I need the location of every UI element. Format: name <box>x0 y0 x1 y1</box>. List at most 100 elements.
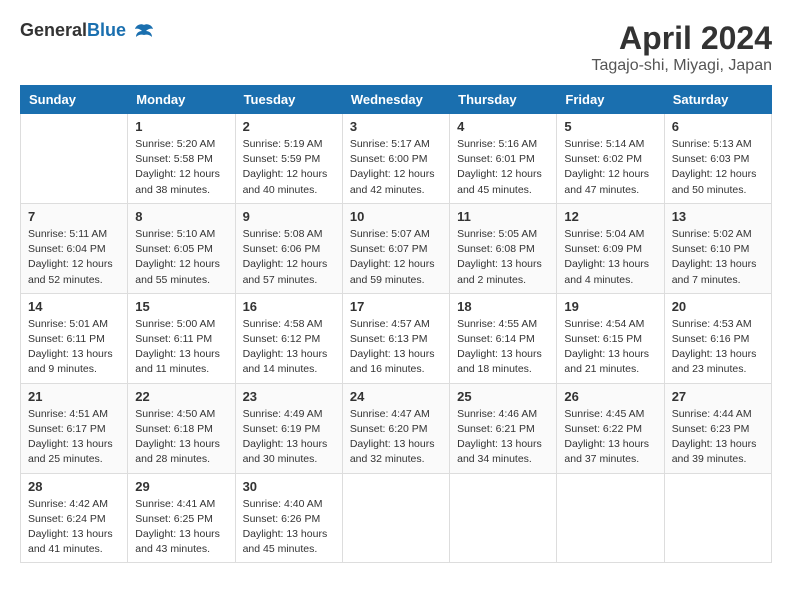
day-number: 2 <box>243 119 335 134</box>
calendar-day-cell <box>450 473 557 563</box>
day-of-week-header: Monday <box>128 86 235 114</box>
day-number: 30 <box>243 479 335 494</box>
calendar-day-cell <box>664 473 771 563</box>
day-info: Sunrise: 5:00 AM Sunset: 6:11 PM Dayligh… <box>135 317 227 378</box>
day-info: Sunrise: 5:07 AM Sunset: 6:07 PM Dayligh… <box>350 227 442 288</box>
calendar-day-cell: 13 Sunrise: 5:02 AM Sunset: 6:10 PM Dayli… <box>664 203 771 293</box>
calendar-week-row: 14 Sunrise: 5:01 AM Sunset: 6:11 PM Dayli… <box>21 293 772 383</box>
day-number: 14 <box>28 299 120 314</box>
day-info: Sunrise: 5:05 AM Sunset: 6:08 PM Dayligh… <box>457 227 549 288</box>
day-info: Sunrise: 4:55 AM Sunset: 6:14 PM Dayligh… <box>457 317 549 378</box>
calendar-day-cell: 21 Sunrise: 4:51 AM Sunset: 6:17 PM Dayli… <box>21 383 128 473</box>
day-info: Sunrise: 4:57 AM Sunset: 6:13 PM Dayligh… <box>350 317 442 378</box>
day-number: 13 <box>672 209 764 224</box>
day-info: Sunrise: 4:49 AM Sunset: 6:19 PM Dayligh… <box>243 407 335 468</box>
day-info: Sunrise: 4:46 AM Sunset: 6:21 PM Dayligh… <box>457 407 549 468</box>
calendar-day-cell: 9Sunrise: 5:08 AM Sunset: 6:06 PM Daylig… <box>235 203 342 293</box>
calendar-day-cell: 24Sunrise: 4:47 AM Sunset: 6:20 PM Dayli… <box>342 383 449 473</box>
calendar-week-row: 7 Sunrise: 5:11 AM Sunset: 6:04 PM Daylig… <box>21 203 772 293</box>
day-info: Sunrise: 5:17 AM Sunset: 6:00 PM Dayligh… <box>350 137 442 198</box>
calendar-week-row: 21 Sunrise: 4:51 AM Sunset: 6:17 PM Dayli… <box>21 383 772 473</box>
calendar-day-cell: 28Sunrise: 4:42 AM Sunset: 6:24 PM Dayli… <box>21 473 128 563</box>
day-of-week-header: Friday <box>557 86 664 114</box>
calendar-day-cell: 18Sunrise: 4:55 AM Sunset: 6:14 PM Dayli… <box>450 293 557 383</box>
day-number: 7 <box>28 209 120 224</box>
day-number: 27 <box>672 389 764 404</box>
calendar-day-cell: 7 Sunrise: 5:11 AM Sunset: 6:04 PM Daylig… <box>21 203 128 293</box>
day-info: Sunrise: 5:01 AM Sunset: 6:11 PM Dayligh… <box>28 317 120 378</box>
calendar-day-cell: 5 Sunrise: 5:14 AM Sunset: 6:02 PM Daylig… <box>557 114 664 204</box>
logo-bird-icon <box>133 21 155 43</box>
calendar-day-cell: 8 Sunrise: 5:10 AM Sunset: 6:05 PM Daylig… <box>128 203 235 293</box>
day-number: 1 <box>135 119 227 134</box>
day-number: 29 <box>135 479 227 494</box>
day-number: 16 <box>243 299 335 314</box>
day-info: Sunrise: 5:13 AM Sunset: 6:03 PM Dayligh… <box>672 137 764 198</box>
calendar-day-cell <box>21 114 128 204</box>
calendar-day-cell: 20 Sunrise: 4:53 AM Sunset: 6:16 PM Dayli… <box>664 293 771 383</box>
day-info: Sunrise: 4:47 AM Sunset: 6:20 PM Dayligh… <box>350 407 442 468</box>
logo-blue: Blue <box>87 20 126 40</box>
day-info: Sunrise: 5:11 AM Sunset: 6:04 PM Dayligh… <box>28 227 120 288</box>
day-info: Sunrise: 4:44 AM Sunset: 6:23 PM Dayligh… <box>672 407 764 468</box>
day-info: Sunrise: 4:50 AM Sunset: 6:18 PM Dayligh… <box>135 407 227 468</box>
day-number: 3 <box>350 119 442 134</box>
calendar-day-cell: 12 Sunrise: 5:04 AM Sunset: 6:09 PM Dayli… <box>557 203 664 293</box>
calendar-day-cell <box>557 473 664 563</box>
calendar-week-row: 1 Sunrise: 5:20 AM Sunset: 5:58 PM Daylig… <box>21 114 772 204</box>
month-year-title: April 2024 <box>591 20 772 57</box>
calendar-day-cell: 22 Sunrise: 4:50 AM Sunset: 6:18 PM Dayli… <box>128 383 235 473</box>
day-info: Sunrise: 4:42 AM Sunset: 6:24 PM Dayligh… <box>28 497 120 558</box>
day-number: 22 <box>135 389 227 404</box>
day-number: 17 <box>350 299 442 314</box>
calendar-day-cell: 14 Sunrise: 5:01 AM Sunset: 6:11 PM Dayli… <box>21 293 128 383</box>
day-info: Sunrise: 5:04 AM Sunset: 6:09 PM Dayligh… <box>564 227 656 288</box>
day-number: 6 <box>672 119 764 134</box>
calendar-day-cell: 6 Sunrise: 5:13 AM Sunset: 6:03 PM Daylig… <box>664 114 771 204</box>
calendar-day-cell: 3 Sunrise: 5:17 AM Sunset: 6:00 PM Daylig… <box>342 114 449 204</box>
calendar-day-cell: 27 Sunrise: 4:44 AM Sunset: 6:23 PM Dayli… <box>664 383 771 473</box>
calendar-day-cell: 29 Sunrise: 4:41 AM Sunset: 6:25 PM Dayli… <box>128 473 235 563</box>
day-of-week-header: Wednesday <box>342 86 449 114</box>
day-number: 20 <box>672 299 764 314</box>
calendar-table: SundayMondayTuesdayWednesdayThursdayFrid… <box>20 85 772 563</box>
calendar-day-cell: 4Sunrise: 5:16 AM Sunset: 6:01 PM Daylig… <box>450 114 557 204</box>
calendar-day-cell: 23Sunrise: 4:49 AM Sunset: 6:19 PM Dayli… <box>235 383 342 473</box>
page-header: GeneralBlue April 2024 Tagajo-shi, Miyag… <box>20 20 772 75</box>
day-number: 19 <box>564 299 656 314</box>
day-info: Sunrise: 4:41 AM Sunset: 6:25 PM Dayligh… <box>135 497 227 558</box>
day-number: 8 <box>135 209 227 224</box>
day-number: 4 <box>457 119 549 134</box>
calendar-day-cell: 26Sunrise: 4:45 AM Sunset: 6:22 PM Dayli… <box>557 383 664 473</box>
day-number: 15 <box>135 299 227 314</box>
day-info: Sunrise: 4:51 AM Sunset: 6:17 PM Dayligh… <box>28 407 120 468</box>
day-number: 11 <box>457 209 549 224</box>
calendar-day-cell: 2Sunrise: 5:19 AM Sunset: 5:59 PM Daylig… <box>235 114 342 204</box>
calendar-day-cell: 11 Sunrise: 5:05 AM Sunset: 6:08 PM Dayli… <box>450 203 557 293</box>
day-of-week-header: Sunday <box>21 86 128 114</box>
calendar-day-cell: 10Sunrise: 5:07 AM Sunset: 6:07 PM Dayli… <box>342 203 449 293</box>
calendar-day-cell <box>342 473 449 563</box>
day-info: Sunrise: 5:08 AM Sunset: 6:06 PM Dayligh… <box>243 227 335 288</box>
day-info: Sunrise: 4:45 AM Sunset: 6:22 PM Dayligh… <box>564 407 656 468</box>
calendar-header-row: SundayMondayTuesdayWednesdayThursdayFrid… <box>21 86 772 114</box>
day-number: 21 <box>28 389 120 404</box>
day-number: 5 <box>564 119 656 134</box>
day-info: Sunrise: 5:20 AM Sunset: 5:58 PM Dayligh… <box>135 137 227 198</box>
calendar-week-row: 28Sunrise: 4:42 AM Sunset: 6:24 PM Dayli… <box>21 473 772 563</box>
logo-general: General <box>20 20 87 40</box>
day-number: 12 <box>564 209 656 224</box>
day-of-week-header: Thursday <box>450 86 557 114</box>
calendar-day-cell: 17 Sunrise: 4:57 AM Sunset: 6:13 PM Dayli… <box>342 293 449 383</box>
day-number: 25 <box>457 389 549 404</box>
calendar-day-cell: 25 Sunrise: 4:46 AM Sunset: 6:21 PM Dayli… <box>450 383 557 473</box>
day-info: Sunrise: 4:40 AM Sunset: 6:26 PM Dayligh… <box>243 497 335 558</box>
calendar-day-cell: 16Sunrise: 4:58 AM Sunset: 6:12 PM Dayli… <box>235 293 342 383</box>
calendar-day-cell: 19Sunrise: 4:54 AM Sunset: 6:15 PM Dayli… <box>557 293 664 383</box>
day-info: Sunrise: 5:14 AM Sunset: 6:02 PM Dayligh… <box>564 137 656 198</box>
day-info: Sunrise: 4:53 AM Sunset: 6:16 PM Dayligh… <box>672 317 764 378</box>
day-info: Sunrise: 5:02 AM Sunset: 6:10 PM Dayligh… <box>672 227 764 288</box>
calendar-day-cell: 1 Sunrise: 5:20 AM Sunset: 5:58 PM Daylig… <box>128 114 235 204</box>
day-info: Sunrise: 5:10 AM Sunset: 6:05 PM Dayligh… <box>135 227 227 288</box>
calendar-day-cell: 30 Sunrise: 4:40 AM Sunset: 6:26 PM Dayli… <box>235 473 342 563</box>
